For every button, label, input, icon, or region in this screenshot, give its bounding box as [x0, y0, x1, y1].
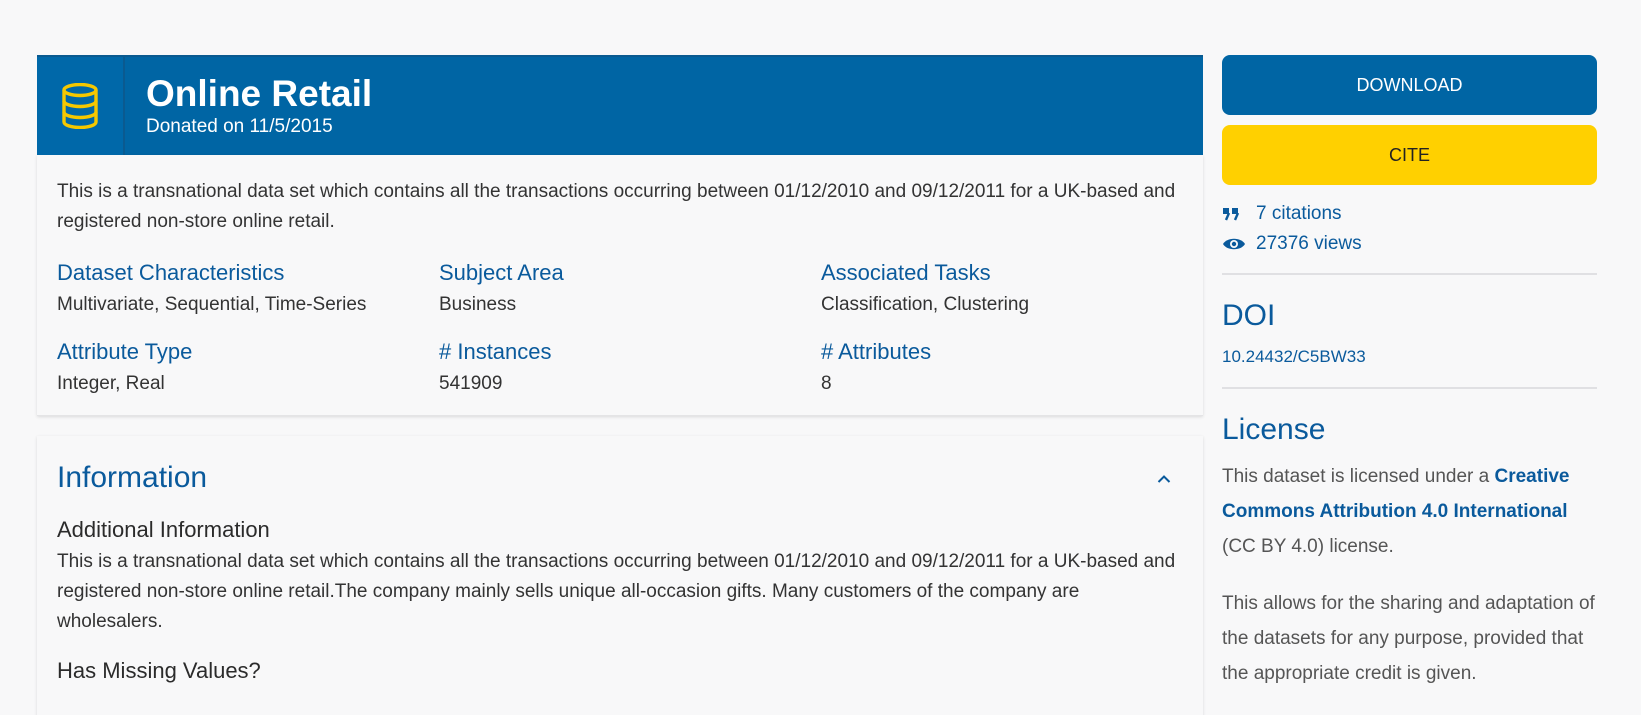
doi-link[interactable]: 10.24432/C5BW33 [1222, 347, 1597, 367]
characteristic-value: Multivariate, Sequential, Time-Series [57, 294, 367, 315]
characteristic-value: 541909 [439, 373, 503, 394]
citations-link[interactable]: 7 citations [1222, 199, 1597, 229]
characteristic-item: Dataset Characteristics Multivariate, Se… [57, 259, 439, 318]
missing-values-heading: Has Missing Values? [57, 658, 261, 683]
characteristic-item: Subject Area Business [439, 259, 821, 318]
information-card: Information Additional Information This … [37, 436, 1203, 715]
dataset-summary: This is a transnational data set which c… [57, 181, 1176, 232]
sidebar: DOWNLOAD CITE 7 citations 27376 views DO… [1222, 55, 1597, 691]
characteristic-value: 8 [821, 373, 832, 394]
database-icon [37, 57, 125, 155]
divider [1222, 387, 1597, 389]
characteristic-label: Subject Area [439, 260, 564, 285]
license-suffix: (CC BY 4.0) license. [1222, 536, 1394, 557]
views-count: 27376 views [1256, 233, 1362, 254]
characteristics-grid: Dataset Characteristics Multivariate, Se… [57, 259, 1183, 397]
chevron-up-icon[interactable] [1157, 467, 1171, 490]
doi-title: DOI [1222, 299, 1276, 332]
additional-information-heading: Additional Information [57, 517, 270, 542]
license-title: License [1222, 413, 1326, 446]
characteristic-item: Associated Tasks Classification, Cluster… [821, 259, 1181, 318]
characteristic-label: Attribute Type [57, 339, 193, 364]
cite-button[interactable]: CITE [1222, 125, 1597, 185]
characteristic-label: Associated Tasks [821, 260, 991, 285]
page-title: Online Retail [146, 73, 373, 114]
license-note: This allows for the sharing and adaptati… [1222, 593, 1595, 684]
views-stat: 27376 views [1222, 229, 1597, 259]
information-header[interactable]: Information [57, 460, 1183, 496]
characteristic-value: Integer, Real [57, 373, 165, 394]
main-column: Online Retail Donated on 11/5/2015 This … [37, 55, 1203, 715]
stats: 7 citations 27376 views [1222, 199, 1597, 259]
information-title: Information [57, 461, 208, 494]
quote-icon [1222, 207, 1256, 221]
license-text: This dataset is licensed under a Creativ… [1222, 459, 1597, 564]
characteristic-item: Attribute Type Integer, Real [57, 338, 439, 397]
characteristic-item: # Attributes 8 [821, 338, 1181, 397]
characteristic-value: Business [439, 294, 517, 315]
characteristic-label: # Attributes [821, 339, 932, 364]
additional-information-text: This is a transnational data set which c… [57, 551, 1176, 632]
summary-card: This is a transnational data set which c… [37, 155, 1203, 416]
license-prefix: This dataset is licensed under a [1222, 466, 1495, 487]
characteristic-label: # Instances [439, 339, 552, 364]
divider [1222, 273, 1597, 275]
eye-icon [1222, 236, 1256, 252]
dataset-header: Online Retail Donated on 11/5/2015 [37, 55, 1203, 155]
characteristic-label: Dataset Characteristics [57, 260, 285, 285]
donated-date: Donated on 11/5/2015 [146, 116, 333, 137]
download-button[interactable]: DOWNLOAD [1222, 55, 1597, 115]
characteristic-value: Classification, Clustering [821, 294, 1030, 315]
citations-count: 7 citations [1256, 203, 1342, 224]
characteristic-item: # Instances 541909 [439, 338, 821, 397]
